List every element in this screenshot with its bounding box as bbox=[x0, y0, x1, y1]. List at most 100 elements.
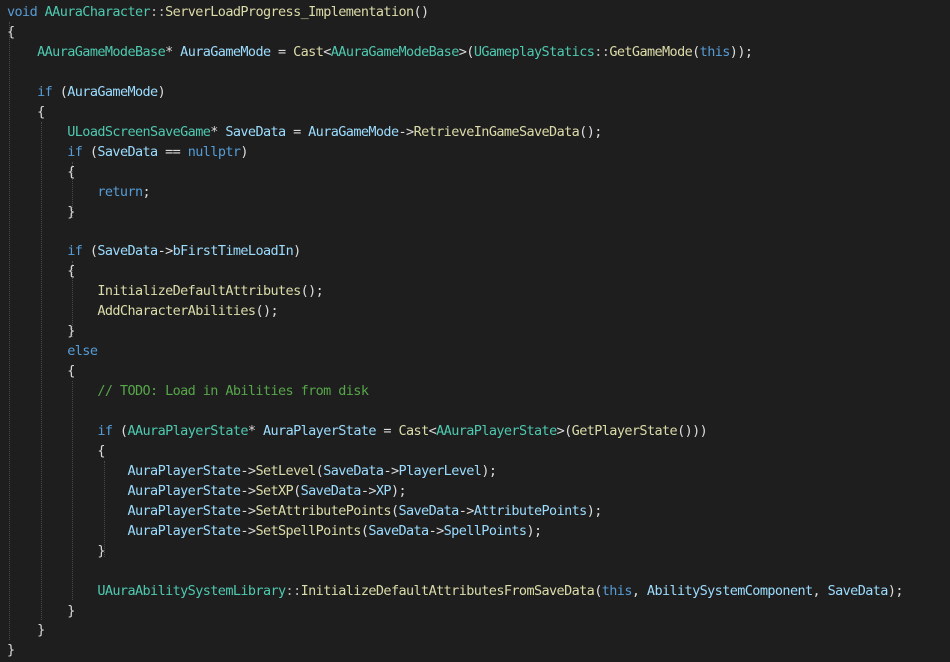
code-line[interactable]: if (SaveData->bFirstTimeLoadIn) bbox=[7, 241, 301, 261]
code-token: SaveData bbox=[323, 462, 384, 479]
code-line[interactable]: { bbox=[7, 361, 75, 381]
code-line[interactable]: else bbox=[7, 341, 98, 361]
code-token: AuraPlayerState bbox=[262, 422, 377, 439]
code-line[interactable]: void AAuraCharacter::ServerLoadProgress_… bbox=[7, 2, 429, 22]
code-token: (); bbox=[255, 303, 279, 320]
code-token: bFirstTimeLoadIn bbox=[172, 243, 294, 260]
code-line[interactable]: { bbox=[7, 261, 75, 281]
code-line[interactable]: AuraPlayerState->SetLevel(SaveData->Play… bbox=[7, 461, 497, 481]
code-line[interactable]: { bbox=[7, 441, 105, 461]
code-token: { bbox=[7, 442, 105, 459]
code-line[interactable]: AuraPlayerState->SetSpellPoints(SaveData… bbox=[7, 521, 542, 541]
code-token: ( bbox=[293, 482, 301, 499]
code-line[interactable]: InitializeDefaultAttributes(); bbox=[7, 281, 323, 301]
code-token: ULoadScreenSaveGame bbox=[67, 123, 211, 140]
code-token: () bbox=[413, 4, 430, 20]
code-token: AttributePoints bbox=[473, 502, 588, 519]
code-line[interactable]: return; bbox=[7, 182, 150, 202]
code-token: SaveData bbox=[368, 522, 429, 539]
code-line[interactable]: AuraPlayerState->SetXP(SaveData->XP); bbox=[7, 481, 406, 501]
code-token: < bbox=[323, 43, 331, 60]
code-line[interactable]: } bbox=[7, 640, 15, 660]
code-token: AuraPlayerState bbox=[127, 482, 241, 499]
code-line[interactable]: } bbox=[7, 321, 75, 341]
code-line[interactable]: if (AuraGameMode) bbox=[7, 82, 166, 102]
code-token: (); bbox=[579, 123, 602, 140]
code-token: SaveData bbox=[97, 143, 158, 160]
code-token: SaveData bbox=[97, 243, 158, 260]
code-token: RetrieveInGameSaveData bbox=[413, 123, 580, 140]
code-token: AAuraGameModeBase bbox=[37, 43, 166, 60]
code-token: AbilitySystemComponent bbox=[646, 582, 813, 599]
code-line[interactable]: ULoadScreenSaveGame* SaveData = AuraGame… bbox=[7, 122, 602, 142]
code-line[interactable]: } bbox=[7, 541, 105, 561]
code-token: this bbox=[601, 582, 633, 599]
code-token: ; bbox=[142, 183, 151, 200]
code-token: ) bbox=[157, 83, 166, 100]
code-token: SaveData bbox=[225, 123, 286, 140]
code-token: PlayerLevel bbox=[398, 462, 482, 479]
code-token: :: bbox=[150, 4, 166, 20]
code-token: >( bbox=[458, 43, 475, 60]
code-line[interactable]: AAuraGameModeBase* AuraGameMode = Cast<A… bbox=[7, 42, 753, 62]
code-token: SaveData bbox=[398, 502, 459, 519]
code-line[interactable]: { bbox=[7, 102, 45, 122]
code-token: AuraPlayerState bbox=[127, 522, 241, 539]
code-token: void bbox=[7, 4, 38, 20]
code-token: } bbox=[7, 203, 75, 220]
code-token: -> bbox=[360, 482, 377, 499]
code-line[interactable]: AuraPlayerState->SetAttributePoints(Save… bbox=[7, 501, 602, 521]
code-token: } bbox=[7, 642, 15, 659]
code-token: SetLevel bbox=[255, 462, 316, 479]
code-token: AuraGameMode bbox=[67, 83, 158, 100]
code-token: * bbox=[247, 422, 263, 439]
code-line[interactable]: // TODO: Load in Abilities from disk bbox=[7, 381, 369, 401]
code-token: return bbox=[97, 183, 143, 200]
code-token: AAuraPlayerState bbox=[436, 422, 557, 439]
code-token: = bbox=[285, 123, 309, 140]
code-line[interactable]: if (AAuraPlayerState* AuraPlayerState = … bbox=[7, 421, 707, 441]
code-line[interactable]: } bbox=[7, 620, 45, 640]
code-line[interactable]: { bbox=[7, 22, 15, 42]
code-token: GetPlayerState bbox=[571, 422, 678, 439]
code-token: AuraGameMode bbox=[308, 123, 399, 140]
code-token: = bbox=[270, 43, 294, 60]
code-line[interactable]: AddCharacterAbilities(); bbox=[7, 301, 278, 321]
code-token: -> bbox=[458, 502, 475, 519]
code-line[interactable]: UAuraAbilitySystemLibrary::InitializeDef… bbox=[7, 581, 903, 601]
code-token: >( bbox=[556, 422, 573, 439]
code-token: AddCharacterAbilities bbox=[97, 303, 256, 320]
code-token: -> bbox=[240, 462, 256, 479]
code-token: -> bbox=[240, 502, 256, 519]
code-token: ())) bbox=[677, 422, 708, 439]
code-token: SaveData bbox=[827, 582, 889, 599]
code-token: if bbox=[37, 83, 53, 100]
code-line[interactable]: } bbox=[7, 601, 75, 621]
code-token: SetAttributePoints bbox=[255, 502, 391, 519]
code-token: AuraPlayerState bbox=[127, 462, 241, 479]
code-line[interactable]: if (SaveData == nullptr) bbox=[7, 142, 248, 162]
code-token: Cast bbox=[398, 422, 430, 439]
code-line[interactable]: { bbox=[7, 162, 75, 182]
code-token: ( bbox=[692, 43, 700, 60]
code-editor[interactable]: void AAuraCharacter::ServerLoadProgress_… bbox=[0, 0, 950, 662]
code-token: if bbox=[67, 243, 83, 260]
code-token: , bbox=[812, 582, 828, 599]
code-token: } bbox=[7, 602, 75, 619]
code-token: AAuraPlayerState bbox=[127, 422, 248, 439]
code-token: { bbox=[7, 263, 75, 280]
code-token: SaveData bbox=[300, 482, 362, 499]
code-token: ( bbox=[52, 83, 68, 100]
code-line[interactable]: } bbox=[7, 202, 75, 222]
code-token: ( bbox=[82, 143, 98, 160]
code-token: ServerLoadProgress_Implementation bbox=[165, 4, 414, 20]
